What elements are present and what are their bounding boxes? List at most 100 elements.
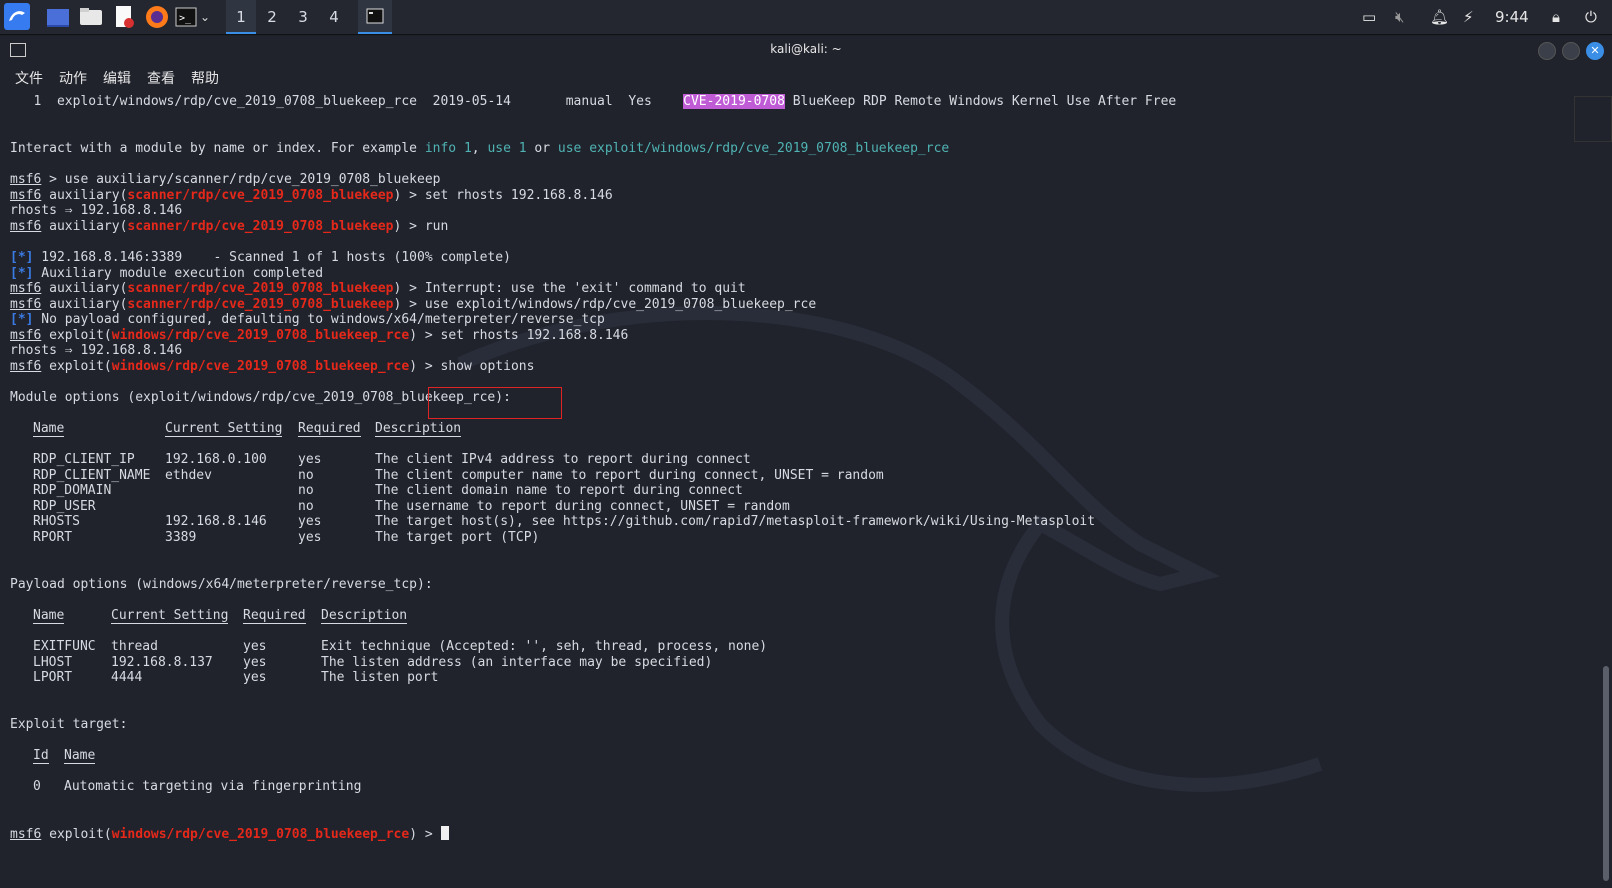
table-cell: The listen address (an interface may be …: [321, 655, 713, 670]
table-cell: The client computer name to report durin…: [375, 468, 884, 483]
cmd-line: msf6 exploit(windows/rdp/cve_2019_0708_b…: [10, 359, 535, 374]
chevron-down-icon[interactable]: ⌄: [200, 5, 214, 29]
workspace-1[interactable]: 1: [226, 0, 256, 34]
table-cell: yes: [243, 670, 267, 685]
table-cell: 192.168.8.146: [165, 514, 267, 529]
output-line: [*] No payload configured, defaulting to…: [10, 312, 605, 327]
cmd-line: msf6 auxiliary(scanner/rdp/cve_2019_0708…: [10, 188, 613, 203]
workspace-2[interactable]: 2: [257, 0, 287, 34]
text-cursor: [440, 826, 449, 840]
cmd-line: msf6 > use auxiliary/scanner/rdp/cve_201…: [10, 172, 441, 187]
cmd-line: msf6 auxiliary(scanner/rdp/cve_2019_0708…: [10, 219, 449, 234]
table-header: Name: [33, 608, 65, 624]
table-cell: yes: [298, 530, 322, 545]
menubar: 文件 动作 编辑 查看 帮助: [0, 64, 1612, 88]
table-header: Current Setting: [111, 608, 229, 624]
notification-bell-icon[interactable]: 🔔︎: [1430, 0, 1449, 34]
menu-view[interactable]: 查看: [147, 68, 175, 88]
output-line: [*] 192.168.8.146:3389 - Scanned 1 of 1 …: [10, 250, 511, 265]
table-cell: The target port (TCP): [375, 530, 540, 545]
terminal-task-button[interactable]: [358, 0, 392, 34]
terminal-output[interactable]: 1 exploit/windows/rdp/cve_2019_0708_blue…: [10, 94, 1570, 884]
terminal-launcher-icon[interactable]: >_: [175, 5, 197, 29]
maximize-button[interactable]: [1562, 42, 1580, 60]
table-header: Id: [33, 748, 49, 764]
menu-edit[interactable]: 编辑: [103, 68, 131, 88]
table-cell: EXITFUNC: [33, 639, 96, 654]
table-header: Required: [243, 608, 306, 624]
cve-highlight: CVE-2019-0708: [683, 94, 785, 109]
output-line: rhosts ⇒ 192.168.8.146: [10, 343, 183, 358]
table-header: Description: [321, 608, 408, 624]
table-cell: The client domain name to report during …: [375, 483, 743, 498]
output-line: rhosts ⇒ 192.168.8.146: [10, 203, 183, 218]
table-cell: The target host(s), see https://github.c…: [375, 514, 1096, 529]
table-header: Description: [375, 421, 462, 437]
power-manager-icon[interactable]: ⚡︎: [1463, 0, 1474, 34]
lock-icon[interactable]: 🔒︎: [1552, 0, 1560, 34]
table-cell: RDP_CLIENT_IP: [33, 452, 135, 467]
side-panel: [1574, 96, 1612, 142]
table-cell: 192.168.8.137: [111, 655, 213, 670]
table-cell: Automatic targeting via fingerprinting: [64, 779, 362, 794]
display-icon[interactable]: ▭: [1362, 0, 1376, 34]
table-cell: Exit technique (Accepted: '', seh, threa…: [321, 639, 768, 654]
search-result-row: 1 exploit/windows/rdp/cve_2019_0708_blue…: [33, 94, 1177, 109]
menu-action[interactable]: 动作: [59, 68, 87, 88]
mute-icon[interactable]: 🔇︎: [1395, 0, 1404, 34]
table-cell: RDP_DOMAIN: [33, 483, 112, 498]
current-prompt[interactable]: msf6 exploit(windows/rdp/cve_2019_0708_b…: [10, 826, 449, 842]
table-cell: yes: [298, 452, 322, 467]
table-cell: ethdev: [165, 468, 212, 483]
window-title: kali@kali: ~: [770, 42, 842, 56]
scrollbar[interactable]: [1603, 666, 1609, 881]
table-cell: 0: [33, 779, 41, 794]
cmd-line: msf6 exploit(windows/rdp/cve_2019_0708_b…: [10, 328, 629, 343]
annotation-box: [428, 387, 562, 419]
table-cell: LHOST: [33, 655, 73, 670]
table-cell: thread: [111, 639, 158, 654]
cmd-line: msf6 auxiliary(scanner/rdp/cve_2019_0708…: [10, 281, 746, 296]
table-cell: The client IPv4 address to report during…: [375, 452, 751, 467]
table-cell: no: [298, 468, 314, 483]
table-header: Name: [64, 748, 96, 764]
workspace-3[interactable]: 3: [288, 0, 318, 34]
menu-help[interactable]: 帮助: [191, 68, 219, 88]
payload-options-title: Payload options (windows/x64/meterpreter…: [10, 577, 433, 592]
file-manager-icon[interactable]: [79, 5, 103, 29]
table-cell: no: [298, 499, 314, 514]
table-header: Required: [298, 421, 361, 437]
table-cell: The listen port: [321, 670, 439, 685]
logout-icon[interactable]: ⏻: [1585, 0, 1597, 34]
taskbar: >_ ⌄ 1 2 3 4 ▭ 🔇︎ 🔔︎ ⚡︎ 9:44 🔒︎ ⏻: [0, 0, 1612, 35]
exploit-target-title: Exploit target:: [10, 717, 128, 732]
clock[interactable]: 9:44: [1495, 0, 1529, 34]
table-cell: RDP_USER: [33, 499, 96, 514]
table-cell: 3389: [165, 530, 197, 545]
table-cell: 192.168.0.100: [165, 452, 267, 467]
cmd-line: msf6 auxiliary(scanner/rdp/cve_2019_0708…: [10, 297, 817, 312]
close-button[interactable]: ✕: [1586, 42, 1604, 60]
table-cell: The username to report during connect, U…: [375, 499, 790, 514]
svg-text:>_: >_: [179, 13, 192, 24]
table-header: Name: [33, 421, 65, 437]
table-cell: yes: [243, 639, 267, 654]
table-cell: RHOSTS: [33, 514, 80, 529]
workspace-4[interactable]: 4: [319, 0, 349, 34]
minimize-button[interactable]: [1538, 42, 1556, 60]
table-cell: RDP_CLIENT_NAME: [33, 468, 151, 483]
firefox-icon[interactable]: [145, 5, 169, 29]
terminal-window: kali@kali: ~ ✕ 文件 动作 编辑 查看 帮助 1 exploit/…: [0, 36, 1612, 888]
output-line: [*] Auxiliary module execution completed: [10, 266, 324, 281]
window-titlebar[interactable]: kali@kali: ~ ✕: [0, 36, 1612, 64]
interact-hint: Interact with a module by name or index.…: [10, 141, 950, 156]
menu-file[interactable]: 文件: [15, 68, 43, 88]
table-cell: RPORT: [33, 530, 73, 545]
table-header: Current Setting: [165, 421, 283, 437]
text-editor-icon[interactable]: [112, 5, 136, 29]
table-cell: yes: [243, 655, 267, 670]
kali-menu-icon[interactable]: [4, 3, 30, 30]
table-cell: no: [298, 483, 314, 498]
table-cell: 4444: [111, 670, 143, 685]
desktop-icon[interactable]: [46, 5, 70, 29]
